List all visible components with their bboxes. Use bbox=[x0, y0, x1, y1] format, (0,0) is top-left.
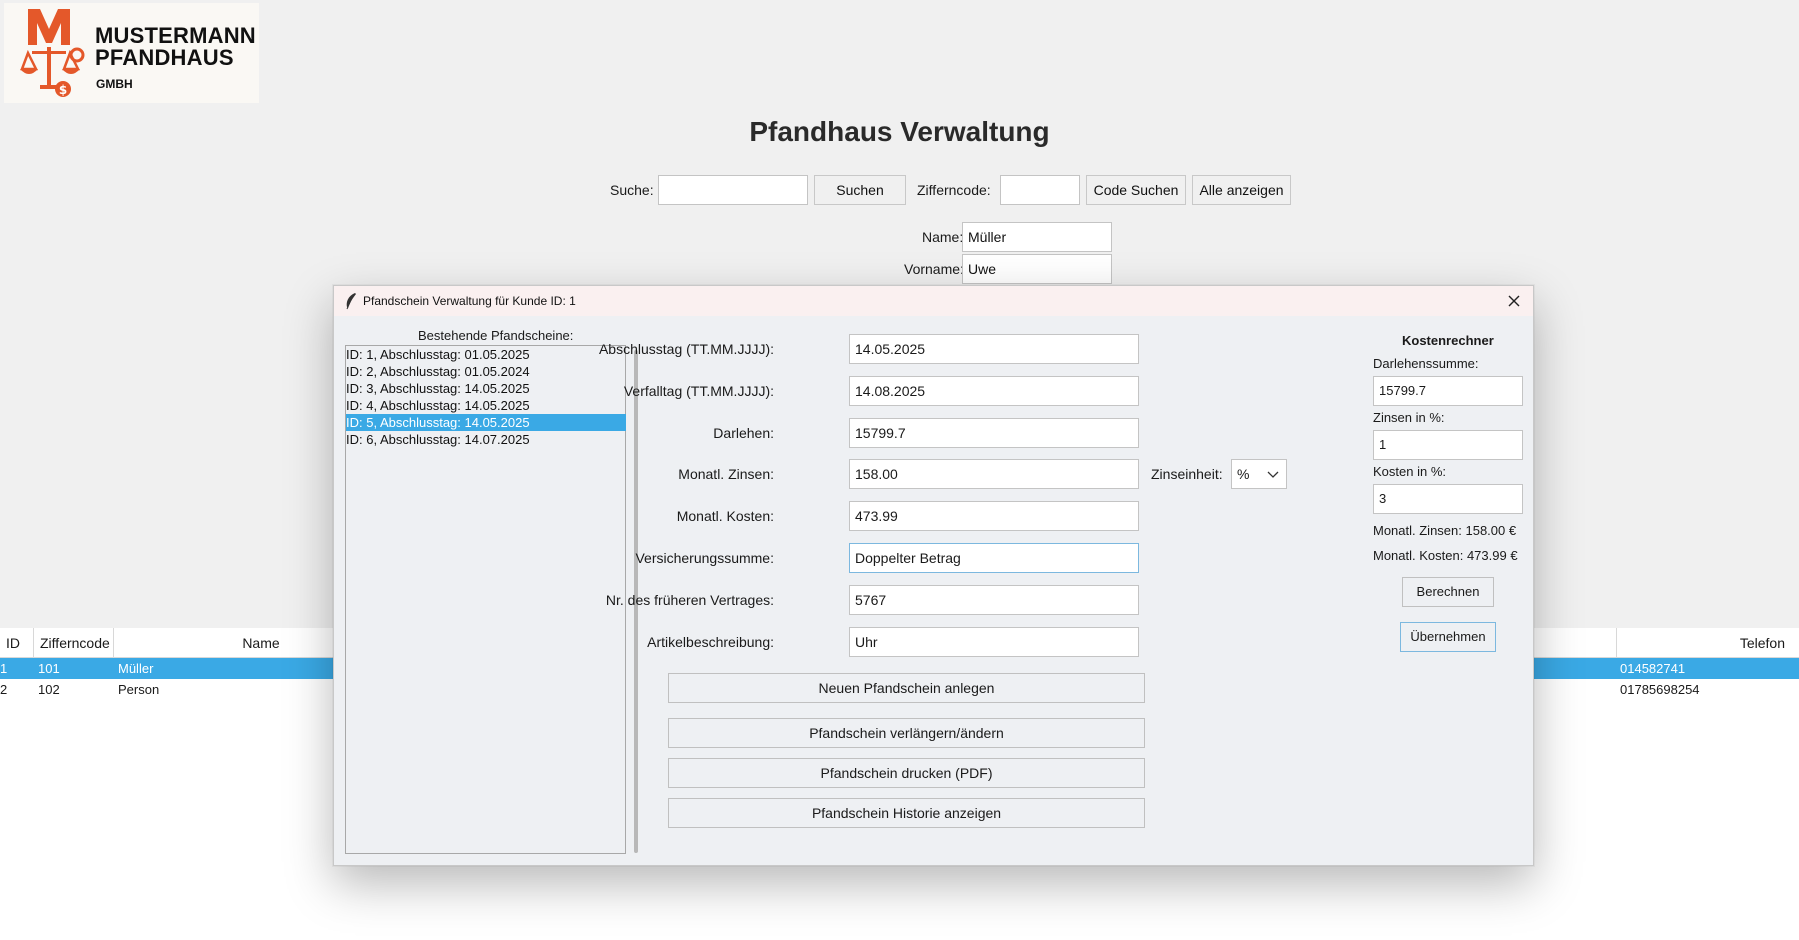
close-icon[interactable] bbox=[1503, 290, 1525, 312]
search-input[interactable] bbox=[658, 175, 808, 205]
vorname-input[interactable]: Uwe bbox=[962, 254, 1112, 284]
frueherer-vertrag-label: Nr. des früheren Vertrages: bbox=[605, 592, 774, 608]
cell-code: 101 bbox=[38, 661, 60, 676]
logo-text-line1: MUSTERMANN bbox=[95, 23, 256, 48]
dialog-titlebar[interactable]: Pfandschein Verwaltung für Kunde ID: 1 bbox=[334, 286, 1533, 316]
cell-name: Müller bbox=[118, 661, 154, 676]
extend-pfandschein-button[interactable]: Pfandschein verlängern/ändern bbox=[668, 718, 1145, 748]
page-title: Pfandhaus Verwaltung bbox=[749, 116, 1050, 147]
calc-darlehen-input[interactable]: 15799.7 bbox=[1373, 376, 1523, 406]
cell-code: 102 bbox=[38, 682, 60, 697]
cell-id: 2 bbox=[0, 682, 8, 697]
new-pfandschein-button[interactable]: Neuen Pfandschein anlegen bbox=[668, 673, 1145, 703]
vorname-label: Vorname: bbox=[904, 261, 964, 277]
logo-text-line2: PFANDHAUS bbox=[95, 45, 234, 70]
list-item[interactable]: ID: 4, Abschlusstag: 14.05.2025 bbox=[346, 397, 626, 414]
verfalltag-label: Verfalltag (TT.MM.JJJJ): bbox=[623, 383, 774, 399]
code-search-button[interactable]: Code Suchen bbox=[1086, 175, 1186, 205]
calc-zinsen-input[interactable]: 1 bbox=[1373, 430, 1523, 460]
verfalltag-input[interactable]: 14.08.2025 bbox=[849, 376, 1139, 406]
artikel-input[interactable]: Uhr bbox=[849, 627, 1139, 657]
calc-result-kosten: Monatl. Kosten: 473.99 € bbox=[1373, 548, 1518, 563]
calculate-button[interactable]: Berechnen bbox=[1402, 577, 1494, 607]
company-logo: $ MUSTERMANN PFANDHAUS GMBH bbox=[4, 3, 259, 103]
show-all-button[interactable]: Alle anzeigen bbox=[1192, 175, 1291, 205]
name-label: Name: bbox=[922, 229, 964, 245]
list-item[interactable]: ID: 2, Abschlusstag: 01.05.2024 bbox=[346, 363, 626, 380]
pfandschein-list-label: Bestehende Pfandscheine: bbox=[418, 328, 574, 343]
column-header-id[interactable]: ID bbox=[0, 628, 34, 658]
zinseinheit-label: Zinseinheit: bbox=[1151, 466, 1223, 482]
kosten-input[interactable]: 473.99 bbox=[849, 501, 1139, 531]
calculator-title: Kostenrechner bbox=[1402, 333, 1494, 348]
versicherung-label: Versicherungssumme: bbox=[635, 550, 774, 566]
chevron-down-icon bbox=[1267, 471, 1279, 478]
history-pfandschein-button[interactable]: Pfandschein Historie anzeigen bbox=[668, 798, 1145, 828]
zifferncode-label: Zifferncode: bbox=[917, 182, 991, 198]
dialog-title: Pfandschein Verwaltung für Kunde ID: 1 bbox=[363, 294, 576, 308]
zinsen-label: Monatl. Zinsen: bbox=[678, 466, 774, 482]
zifferncode-input[interactable] bbox=[1000, 175, 1080, 205]
calc-kosten-input[interactable]: 3 bbox=[1373, 484, 1523, 514]
zinsen-input[interactable]: 158.00 bbox=[849, 459, 1139, 489]
cell-name: Person bbox=[118, 682, 160, 697]
apply-button[interactable]: Übernehmen bbox=[1400, 622, 1496, 652]
darlehen-input[interactable]: 15799.7 bbox=[849, 418, 1139, 448]
name-input[interactable]: Müller bbox=[962, 222, 1112, 252]
kosten-label: Monatl. Kosten: bbox=[676, 508, 774, 524]
calc-darlehen-label: Darlehenssumme: bbox=[1373, 356, 1479, 371]
calc-result-zinsen: Monatl. Zinsen: 158.00 € bbox=[1373, 523, 1517, 538]
search-button[interactable]: Suchen bbox=[814, 175, 906, 205]
zinseinheit-value: % bbox=[1237, 466, 1250, 482]
column-header-zifferncode[interactable]: Zifferncode bbox=[34, 628, 114, 658]
frueherer-vertrag-input[interactable]: 5767 bbox=[849, 585, 1139, 615]
calc-kosten-label: Kosten in %: bbox=[1373, 464, 1446, 479]
logo-text-line3: GMBH bbox=[96, 77, 133, 91]
pfandschein-dialog: Pfandschein Verwaltung für Kunde ID: 1 B… bbox=[333, 285, 1534, 866]
zinseinheit-select[interactable]: % bbox=[1231, 459, 1287, 489]
svg-text:$: $ bbox=[59, 83, 67, 97]
artikel-label: Artikelbeschreibung: bbox=[647, 634, 774, 650]
column-header-telefon[interactable]: Telefon bbox=[1616, 628, 1799, 658]
cell-telefon: 01785698254 bbox=[1620, 682, 1700, 697]
cell-telefon: 014582741 bbox=[1620, 661, 1686, 676]
print-pfandschein-button[interactable]: Pfandschein drucken (PDF) bbox=[668, 758, 1145, 788]
cell-id: 1 bbox=[0, 661, 8, 676]
pawnshop-logo-icon: $ bbox=[20, 9, 85, 97]
abschlusstag-label: Abschlusstag (TT.MM.JJJJ): bbox=[598, 341, 774, 357]
versicherung-input[interactable]: Doppelter Betrag bbox=[849, 543, 1139, 573]
feather-icon bbox=[346, 293, 356, 310]
abschlusstag-input[interactable]: 14.05.2025 bbox=[849, 334, 1139, 364]
darlehen-label: Darlehen: bbox=[713, 425, 774, 441]
search-label: Suche: bbox=[610, 182, 654, 198]
calc-zinsen-label: Zinsen in %: bbox=[1373, 410, 1445, 425]
